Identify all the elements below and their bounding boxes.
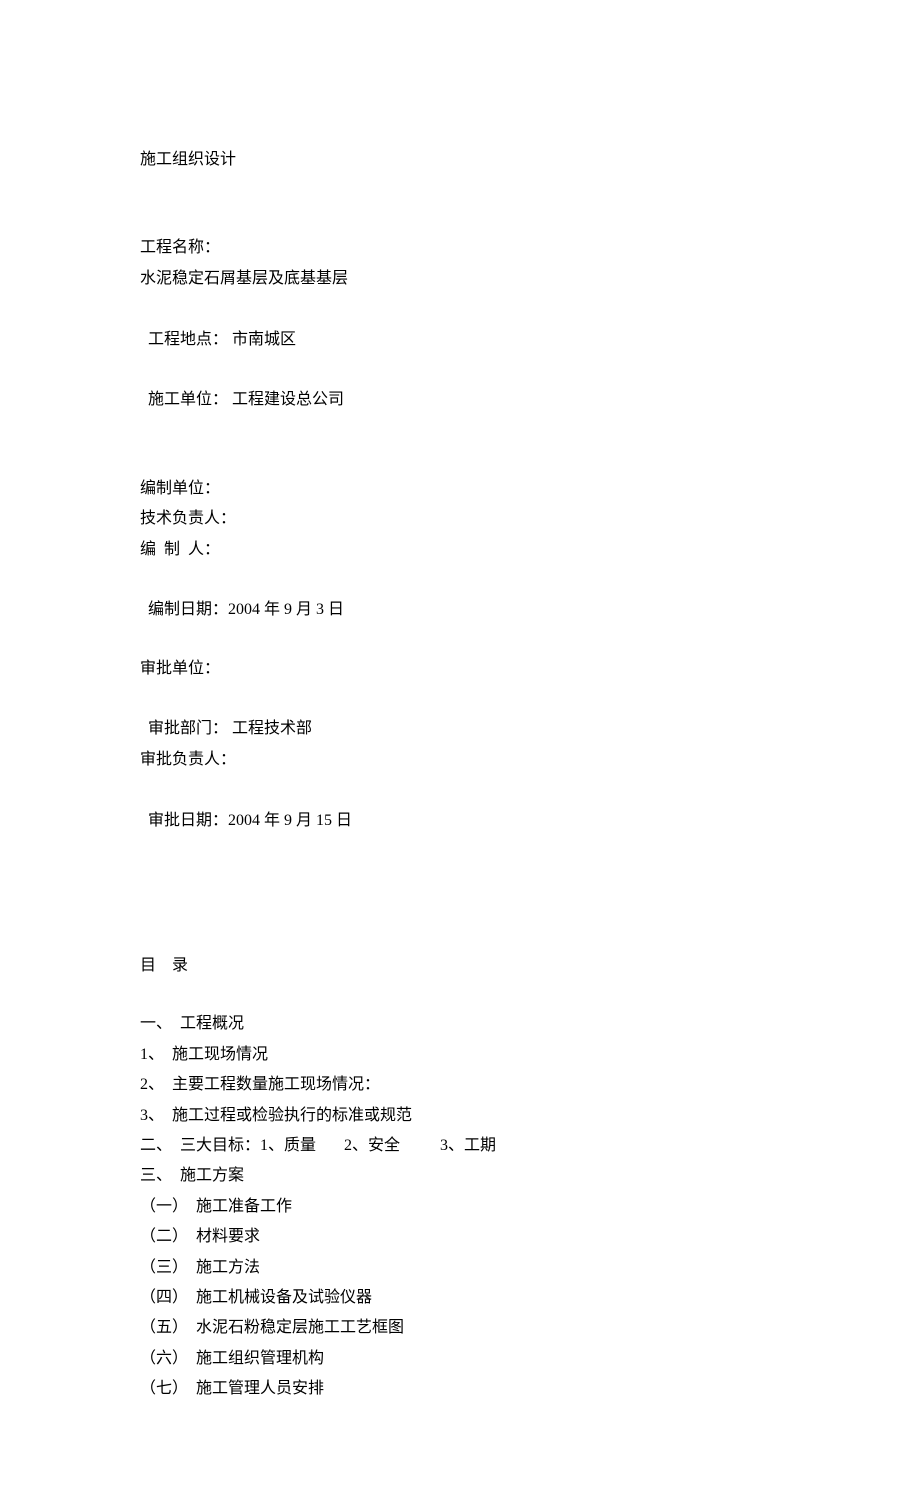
toc-heading: 目 录 [140, 951, 780, 981]
compilation-unit-label: 编制单位： [140, 474, 780, 504]
approval-dept-value: 工程技术部 [228, 720, 312, 737]
approval-dept-label: 审批部门： [148, 720, 228, 737]
project-name-value: 水泥稳定石屑基层及底基基层 [140, 264, 780, 294]
approval-head-label: 审批负责人： [140, 745, 780, 775]
toc-item: （七） 施工管理人员安排 [140, 1374, 780, 1404]
toc-item: 二、 三大目标：1、质量 2、安全 3、工期 [140, 1131, 780, 1161]
toc-item: （一） 施工准备工作 [140, 1192, 780, 1222]
project-location-line: 工程地点： 市南城区 [140, 294, 780, 355]
toc-item: 2、 主要工程数量施工现场情况： [140, 1070, 780, 1100]
project-location-value: 市南城区 [228, 331, 296, 348]
toc-item: 1、 施工现场情况 [140, 1040, 780, 1070]
project-unit-label: 施工单位： [148, 391, 228, 408]
toc-item: 一、 工程概况 [140, 1009, 780, 1039]
toc-item: （二） 材料要求 [140, 1222, 780, 1252]
compilation-date-label: 编制日期： [148, 601, 228, 618]
toc-item: （五） 水泥石粉稳定层施工工艺框图 [140, 1313, 780, 1343]
toc-item: （六） 施工组织管理机构 [140, 1344, 780, 1374]
document-title: 施工组织设计 [140, 145, 780, 175]
project-unit-line: 施工单位： 工程建设总公司 [140, 355, 780, 416]
approval-date-label: 审批日期： [148, 812, 228, 829]
approval-date-line: 审批日期：2004 年 9 月 15 日 [140, 775, 780, 836]
toc-item: （三） 施工方法 [140, 1253, 780, 1283]
project-location-label: 工程地点： [148, 331, 228, 348]
compilation-date-value: 2004 年 9 月 3 日 [228, 601, 344, 618]
project-unit-value: 工程建设总公司 [228, 391, 344, 408]
toc-item: 3、 施工过程或检验执行的标准或规范 [140, 1101, 780, 1131]
compilation-date-line: 编制日期：2004 年 9 月 3 日 [140, 565, 780, 626]
approval-dept-line: 审批部门： 工程技术部 [140, 684, 780, 745]
toc-item: （四） 施工机械设备及试验仪器 [140, 1283, 780, 1313]
compilation-author-label: 编 制 人： [140, 535, 780, 565]
approval-unit-label: 审批单位： [140, 654, 780, 684]
approval-date-value: 2004 年 9 月 15 日 [228, 812, 352, 829]
toc-item: 三、 施工方案 [140, 1161, 780, 1191]
compilation-tech-lead-label: 技术负责人： [140, 504, 780, 534]
project-name-label: 工程名称： [140, 233, 780, 263]
